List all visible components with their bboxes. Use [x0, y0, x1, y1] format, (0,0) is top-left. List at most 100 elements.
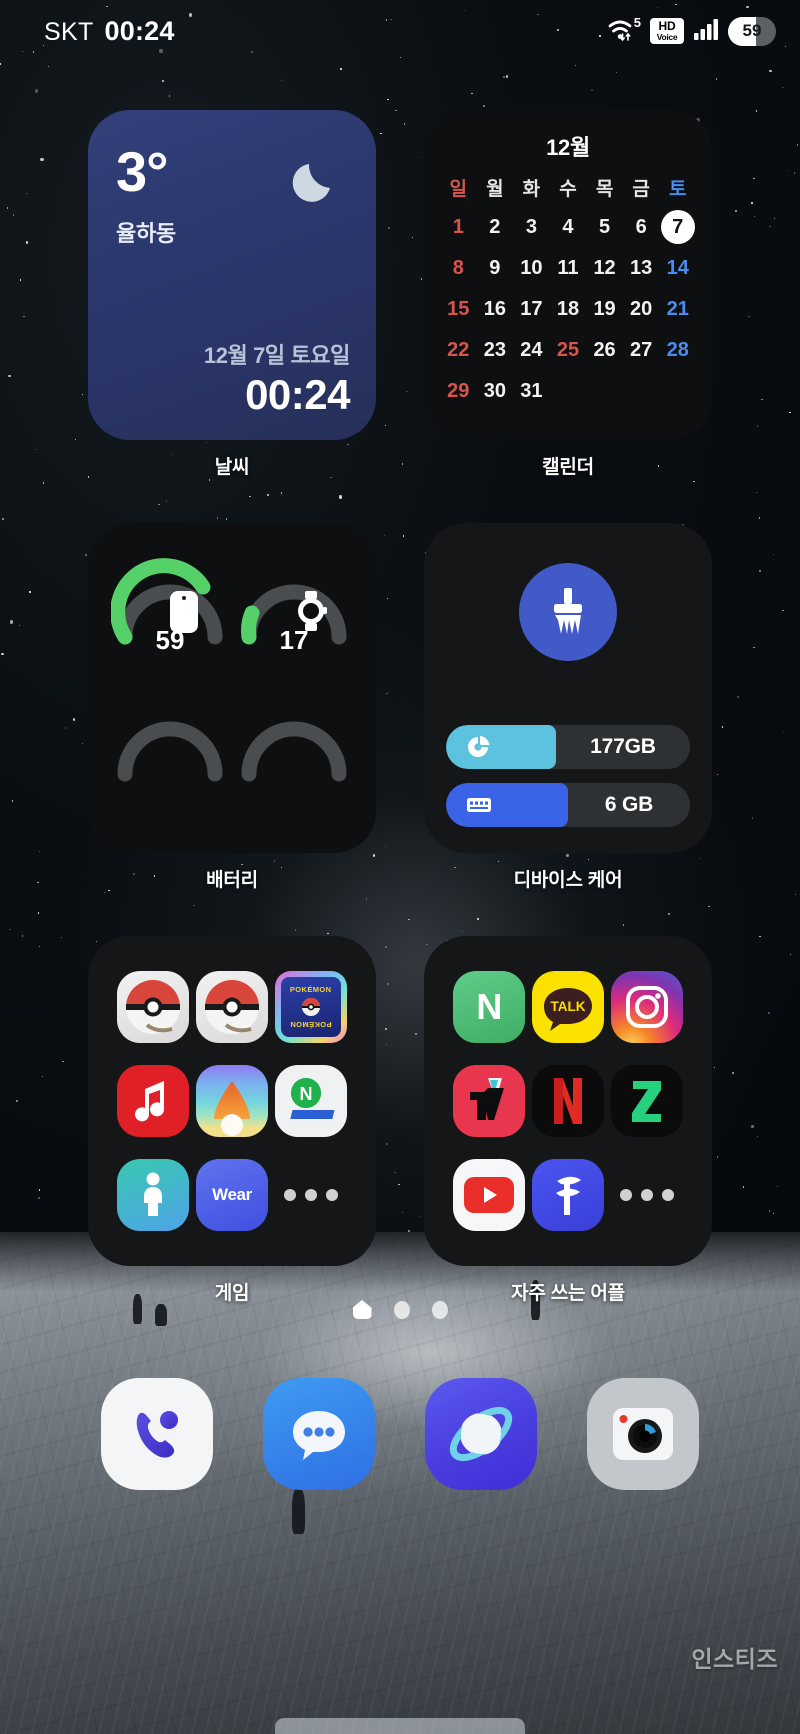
pokeball-icon [195, 971, 268, 1043]
app-more-apps[interactable] [611, 1159, 683, 1231]
app-gradient-app[interactable] [195, 1065, 268, 1137]
app-naver-map[interactable]: N [274, 1065, 347, 1137]
calendar-day[interactable]: 31 [513, 376, 550, 406]
dock-app-messages[interactable] [263, 1378, 375, 1490]
app-naver[interactable]: N [453, 971, 526, 1043]
phone-battery-value: 59 [155, 625, 185, 655]
calendar-weekday-header: 월 [486, 179, 504, 200]
calendar-day[interactable]: 15 [440, 294, 477, 324]
calendar-day[interactable]: 3 [513, 212, 550, 242]
calendar-day-label: 29 [447, 380, 470, 402]
calendar-day[interactable]: 22 [440, 335, 477, 365]
dock-app-camera[interactable] [587, 1378, 699, 1490]
weather-widget[interactable]: 3° 율하동 12월 7일 토요일 00:24 [88, 110, 376, 440]
battery-gauge-empty-right[interactable] [235, 688, 353, 796]
page-dot-3[interactable] [431, 1300, 448, 1319]
calendar-day-today[interactable]: 7 [659, 212, 696, 242]
calendar-day-label: 4 [562, 216, 574, 238]
weather-datetime: 12월 7일 토요일 00:24 [204, 338, 351, 418]
calendar-month-title: 12월 [546, 135, 590, 160]
storage-bar[interactable]: 177GB [446, 725, 690, 769]
app-samsung-health[interactable] [117, 1159, 190, 1231]
calendar-day[interactable]: 2 [477, 212, 514, 242]
calendar-weekday-header: 목 [595, 179, 614, 200]
calendar-day[interactable]: 17 [513, 294, 550, 324]
carrier-label: SKT [44, 17, 94, 46]
broom-icon[interactable] [519, 563, 617, 661]
calendar-day[interactable]: 16 [477, 294, 514, 324]
battery-widget-label: 배터리 [206, 870, 258, 891]
dock [0, 1378, 800, 1490]
calendar-day[interactable]: 21 [659, 294, 696, 324]
app-netflix[interactable] [531, 1065, 604, 1137]
app-tving[interactable] [453, 1065, 526, 1137]
app-more-apps[interactable] [275, 1159, 347, 1231]
calendar-day-label: 17 [520, 298, 543, 320]
app-pokemon-tcg-pocket[interactable]: POKÉMON POKÉMON [274, 971, 347, 1043]
app-flitto[interactable] [531, 1159, 604, 1231]
calendar-day[interactable]: 6 [623, 212, 660, 242]
calendar-day[interactable]: 20 [623, 294, 660, 324]
hd-label: HD [658, 19, 676, 34]
games-folder-widget[interactable]: POKÉMON POKÉMON N Wear [88, 936, 376, 1266]
app-melon-music[interactable] [117, 1065, 190, 1137]
calendar-day[interactable]: 24 [513, 335, 550, 365]
dot [640, 1189, 653, 1201]
calendar-day [659, 376, 696, 406]
home-indicator-bar[interactable] [275, 1718, 525, 1734]
phone-icon [136, 1411, 178, 1458]
calendar-day[interactable]: 25 [550, 335, 587, 365]
calendar-day-label: 21 [666, 298, 689, 320]
calendar-day[interactable]: 29 [440, 376, 477, 406]
calendar-day[interactable]: 26 [586, 335, 623, 365]
calendar-day[interactable]: 13 [623, 253, 660, 283]
calendar-widget[interactable]: 12월 일 월 화 수 목 금 토 1 2 3 4 5 6 7 8 9 10 11 12 13 14 15 16 17 18 19… [424, 110, 712, 440]
app-pokemon-go-1[interactable] [117, 971, 190, 1043]
calendar-day[interactable]: 1 [440, 212, 477, 242]
app-galaxy-wearable[interactable]: Wear [195, 1159, 268, 1231]
calendar-weekday-header: 일 [449, 179, 468, 200]
storage-pie-icon [468, 736, 490, 757]
more-apps-icon[interactable] [283, 1189, 338, 1201]
calendar-day[interactable]: 8 [440, 253, 477, 283]
internet-icon [449, 1406, 513, 1462]
battery-gauge-empty-left[interactable] [111, 688, 229, 796]
app-kakaotalk[interactable]: TALK [531, 971, 604, 1043]
calendar-day-label: 25 [556, 339, 580, 361]
calendar-day[interactable]: 30 [477, 376, 514, 406]
home-icon[interactable] [352, 1300, 372, 1319]
calendar-day-label: 14 [666, 257, 689, 279]
calendar-day[interactable]: 19 [586, 294, 623, 324]
calendar-day[interactable]: 23 [477, 335, 514, 365]
calendar-day[interactable]: 4 [550, 212, 587, 242]
calendar-day[interactable]: 14 [659, 253, 696, 283]
calendar-day[interactable]: 10 [513, 253, 550, 283]
app-zigbang[interactable] [610, 1065, 683, 1137]
dot [325, 1189, 338, 1201]
widget-area: 3° 율하동 12월 7일 토요일 00:24 날씨 12월 일월화수목금토12… [0, 62, 800, 1305]
page-indicator[interactable] [0, 1300, 800, 1319]
calendar-day[interactable]: 9 [477, 253, 514, 283]
battery-gauge-phone[interactable]: 59 [111, 551, 229, 659]
device-care-widget[interactable]: 177GB 6 GB [424, 523, 712, 853]
ram-bar[interactable]: 6 GB [446, 783, 690, 827]
more-apps-icon[interactable] [619, 1189, 674, 1201]
frequent-apps-folder-widget[interactable]: N TALK [424, 936, 712, 1266]
calendar-day[interactable]: 11 [550, 253, 587, 283]
calendar-day-label: 15 [447, 298, 470, 320]
battery-gauge-watch[interactable]: 17 [235, 551, 353, 659]
app-instagram[interactable] [610, 971, 683, 1043]
pokemon-card-icon: POKÉMON POKÉMON [274, 971, 347, 1043]
app-youtube[interactable] [453, 1159, 526, 1231]
calendar-day[interactable]: 27 [623, 335, 660, 365]
calendar-day[interactable]: 5 [586, 212, 623, 242]
calendar-day[interactable]: 28 [659, 335, 696, 365]
page-dot-2[interactable] [393, 1300, 410, 1319]
battery-widget[interactable]: 59 17 [88, 523, 376, 853]
calendar-day-label: 31 [520, 380, 543, 402]
dock-app-samsung-internet[interactable] [425, 1378, 537, 1490]
calendar-day[interactable]: 18 [550, 294, 587, 324]
dock-app-phone[interactable] [101, 1378, 213, 1490]
app-pokemon-go-2[interactable] [195, 971, 268, 1043]
calendar-day[interactable]: 12 [586, 253, 623, 283]
